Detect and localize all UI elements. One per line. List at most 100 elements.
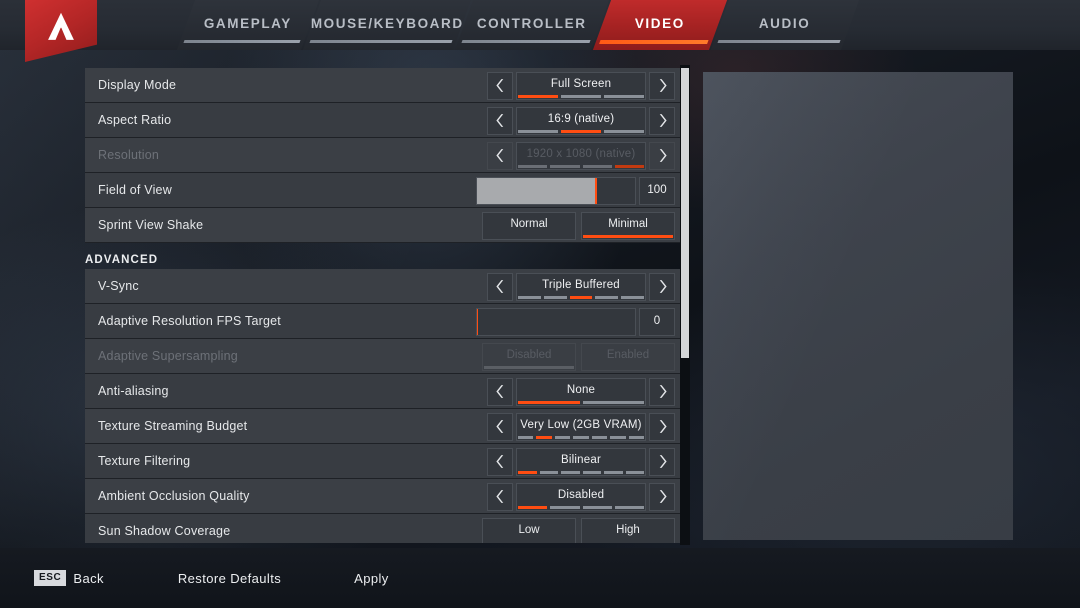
apply-label: Apply (354, 570, 389, 586)
settings-row-sprint-view-shake[interactable]: Sprint View Shake Normal Minimal (85, 208, 685, 243)
footer-action-bar: ESC Back Restore Defaults Apply (0, 548, 1080, 608)
settings-tab-bar: GAMEPLAY MOUSE/KEYBOARD CONTROLLER VIDEO AUD… (0, 0, 1080, 50)
tab-audio[interactable]: AUDIO (710, 0, 860, 50)
setting-segment-indicator (518, 129, 644, 133)
toggle-option-low[interactable]: Low (482, 517, 576, 543)
restore-defaults-button[interactable]: Restore Defaults (178, 571, 281, 586)
setting-value-box[interactable]: None (516, 377, 646, 406)
chevron-right-icon[interactable] (649, 412, 675, 441)
setting-segment-indicator (518, 505, 644, 509)
setting-control: 0 (476, 307, 675, 336)
segment (543, 295, 567, 299)
settings-row-field-of-view[interactable]: Field of View 100 (85, 173, 685, 208)
slider-handle[interactable] (477, 308, 478, 335)
apply-button[interactable]: Apply (354, 571, 389, 586)
chevron-right-icon[interactable] (649, 71, 675, 100)
segment (518, 470, 537, 474)
segment (582, 505, 612, 509)
chevron-left-icon[interactable] (487, 141, 513, 170)
toggle-option-label: Normal (510, 218, 548, 230)
setting-control: Disabled (487, 482, 675, 511)
back-button[interactable]: ESC Back (34, 570, 104, 586)
slider-value-box: 100 (639, 176, 675, 205)
slider-handle[interactable] (594, 177, 597, 204)
tab-mouse-keyboard[interactable]: MOUSE/KEYBOARD (302, 0, 472, 50)
settings-row-advanced-heading: ADVANCED (85, 243, 685, 269)
settings-scrollbar-thumb[interactable] (681, 68, 689, 358)
chevron-right-icon[interactable] (649, 272, 675, 301)
tab-controller[interactable]: CONTROLLER (454, 0, 610, 50)
setting-value-box[interactable]: Full Screen (516, 71, 646, 100)
setting-slider[interactable] (476, 176, 636, 205)
setting-value-box[interactable]: 16:9 (native) (516, 106, 646, 135)
chevron-left-icon[interactable] (487, 412, 513, 441)
settings-row-texture-filtering[interactable]: Texture Filtering Bilinear (85, 444, 685, 479)
setting-value-box[interactable]: Triple Buffered (516, 272, 646, 301)
setting-control: Normal Minimal (477, 211, 675, 240)
settings-row-display-mode[interactable]: Display Mode Full Screen (85, 68, 685, 103)
settings-row-sun-shadow-coverage[interactable]: Sun Shadow Coverage Low High (85, 514, 685, 543)
settings-scrollbar-track[interactable] (680, 65, 690, 545)
setting-value: None (566, 384, 596, 396)
setting-value-box[interactable]: Bilinear (516, 447, 646, 476)
segment (610, 435, 626, 439)
setting-value-box[interactable]: Disabled (516, 482, 646, 511)
chevron-right-icon[interactable] (649, 106, 675, 135)
setting-control: Very Low (2GB VRAM) (487, 412, 675, 441)
slider-fill (477, 177, 596, 204)
setting-control: Full Screen (487, 71, 675, 100)
restore-defaults-label: Restore Defaults (177, 570, 282, 586)
setting-value-box[interactable]: 1920 x 1080 (native) (516, 141, 646, 170)
segment (518, 129, 558, 133)
chevron-right-icon[interactable] (649, 141, 675, 170)
segment (518, 400, 580, 404)
slider-value: 0 (653, 314, 661, 327)
toggle-option-disabled[interactable]: Disabled (482, 342, 576, 371)
toggle-option-minimal[interactable]: Minimal (581, 211, 675, 240)
segment (536, 435, 552, 439)
chevron-left-icon[interactable] (487, 71, 513, 100)
chevron-right-icon[interactable] (649, 447, 675, 476)
toggle-option-label: Disabled (506, 349, 552, 361)
segment (573, 435, 589, 439)
setting-control: None (487, 377, 675, 406)
chevron-left-icon[interactable] (487, 106, 513, 135)
setting-segment-indicator (518, 400, 644, 404)
settings-row-texture-streaming-budget[interactable]: Texture Streaming Budget Very Low (2GB VR… (85, 409, 685, 444)
chevron-left-icon[interactable] (487, 272, 513, 301)
back-button-label: Back (73, 570, 104, 586)
setting-value-box[interactable]: Very Low (2GB VRAM) (516, 412, 646, 441)
setting-slider[interactable] (476, 307, 636, 336)
toggle-option-normal[interactable]: Normal (482, 211, 576, 240)
setting-control: Disabled Enabled (477, 342, 675, 371)
setting-control: 16:9 (native) (487, 106, 675, 135)
segment (554, 435, 571, 439)
segment (595, 295, 619, 299)
segment (628, 435, 644, 439)
settings-row-ambient-occlusion-quality[interactable]: Ambient Occlusion Quality Disabled (85, 479, 685, 514)
chevron-left-icon[interactable] (487, 482, 513, 511)
settings-row-anti-aliasing[interactable]: Anti-aliasing None (85, 374, 685, 409)
settings-row-adaptive-supersampling[interactable]: Adaptive Supersampling Disabled Enabled (85, 339, 685, 374)
chevron-right-icon[interactable] (649, 482, 675, 511)
settings-preview-panel (703, 72, 1013, 540)
settings-row-v-sync[interactable]: V-Sync Triple Buffered (85, 269, 685, 304)
settings-row-adaptive-resolution-fps-target[interactable]: Adaptive Resolution FPS Target 0 (85, 304, 685, 339)
setting-segment-indicator (518, 295, 644, 299)
setting-segment-indicator (518, 94, 644, 98)
settings-row-resolution[interactable]: Resolution 1920 x 1080 (native) (85, 138, 685, 173)
chevron-left-icon[interactable] (487, 377, 513, 406)
toggle-option-high[interactable]: High (581, 517, 675, 543)
segment (582, 400, 644, 404)
tab-video[interactable]: VIDEO (592, 0, 728, 50)
setting-control: Low High (477, 517, 675, 543)
chevron-right-icon[interactable] (649, 377, 675, 406)
chevron-left-icon[interactable] (487, 447, 513, 476)
setting-value: Very Low (2GB VRAM) (520, 419, 642, 431)
toggle-option-enabled[interactable]: Enabled (581, 342, 675, 371)
tab-gameplay[interactable]: GAMEPLAY (176, 0, 320, 50)
toggle-option-label: High (616, 524, 640, 536)
setting-value: Triple Buffered (542, 279, 620, 291)
section-heading: ADVANCED (85, 254, 159, 266)
settings-row-aspect-ratio[interactable]: Aspect Ratio 16:9 (native) (85, 103, 685, 138)
